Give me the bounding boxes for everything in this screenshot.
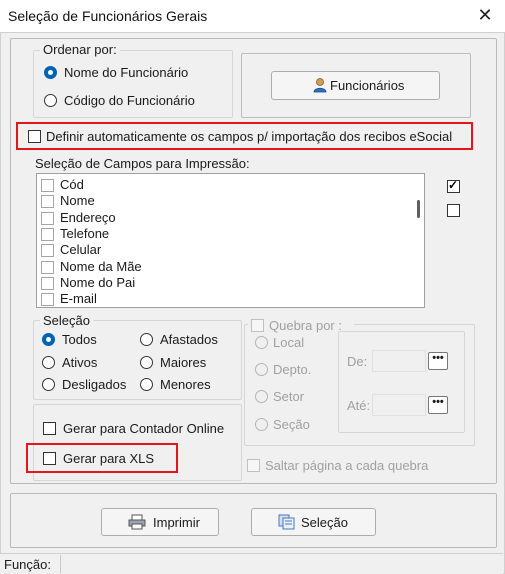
selecao-option-label: Ativos bbox=[62, 355, 98, 370]
selecao-option-label: Todos bbox=[62, 332, 97, 347]
contador-checkbox[interactable] bbox=[43, 422, 56, 435]
imprimir-button[interactable]: Imprimir bbox=[101, 508, 219, 536]
imprimir-label: Imprimir bbox=[153, 515, 200, 530]
campo-checkbox[interactable] bbox=[41, 227, 54, 241]
de-lookup-button[interactable]: ••• bbox=[428, 352, 448, 370]
campo-label: Nome da Mãe bbox=[60, 258, 142, 274]
campos-legend: Seleção de Campos para Impressão: bbox=[35, 156, 250, 171]
xls-label: Gerar para XLS bbox=[63, 451, 155, 466]
uncheck-all-icon[interactable] bbox=[447, 204, 460, 217]
campo-checkbox[interactable] bbox=[41, 211, 54, 225]
status-divider bbox=[60, 555, 61, 573]
ate-label: Até: bbox=[347, 398, 371, 413]
ate-input[interactable] bbox=[372, 394, 426, 416]
de-label: De: bbox=[347, 354, 368, 369]
campo-checkbox[interactable] bbox=[41, 195, 54, 209]
scrollbar-thumb[interactable] bbox=[417, 200, 420, 218]
radio-icon[interactable] bbox=[255, 390, 268, 403]
campo-checkbox[interactable] bbox=[41, 293, 54, 307]
ordenar-legend: Ordenar por: bbox=[40, 42, 120, 57]
selecao-option-label: Desligados bbox=[62, 377, 127, 392]
campo-label: Celular bbox=[60, 242, 102, 258]
radio-icon[interactable] bbox=[255, 418, 268, 431]
funcionarios-label: Funcionários bbox=[330, 78, 405, 93]
user-icon bbox=[313, 78, 327, 93]
saltar-label: Saltar página a cada quebra bbox=[265, 458, 429, 473]
campo-label: E-mail bbox=[60, 291, 97, 307]
xls-checkbox[interactable] bbox=[43, 452, 56, 465]
funcao-label: Função: bbox=[4, 557, 51, 572]
de-input[interactable] bbox=[372, 350, 426, 372]
quebra-option-label: Setor bbox=[273, 389, 305, 404]
selecao-option-label: Menores bbox=[160, 377, 211, 392]
range-frame bbox=[338, 331, 465, 433]
campo-label: Endereço bbox=[60, 209, 116, 225]
ordenar-option-label: Nome do Funcionário bbox=[64, 65, 189, 80]
quebra-label: Quebra por : bbox=[269, 318, 342, 333]
selecao-button-label: Seleção bbox=[301, 515, 348, 530]
radio-icon[interactable] bbox=[44, 94, 57, 107]
saltar-checkbox[interactable] bbox=[247, 459, 260, 472]
selecao-option-label: Maiores bbox=[160, 355, 207, 370]
quebra-checkbox[interactable] bbox=[251, 319, 264, 332]
campo-label: Telefone bbox=[60, 225, 110, 241]
radio-icon[interactable] bbox=[255, 336, 268, 349]
ate-lookup-button[interactable]: ••• bbox=[428, 396, 448, 414]
close-icon[interactable]: ✕ bbox=[474, 4, 496, 26]
radio-icon[interactable] bbox=[140, 333, 153, 346]
ordenar-option-label: Código do Funcionário bbox=[64, 93, 195, 108]
selecao-button[interactable]: Seleção bbox=[251, 508, 376, 536]
quebra-option-label: Depto. bbox=[273, 362, 312, 377]
contador-label: Gerar para Contador Online bbox=[63, 421, 225, 436]
campo-label: Nome do Pai bbox=[60, 274, 136, 290]
quebra-option-label: Seção bbox=[273, 417, 310, 432]
selecao-option-label: Afastados bbox=[160, 332, 218, 347]
status-bar: Função: bbox=[0, 553, 503, 574]
campo-checkbox[interactable] bbox=[41, 179, 54, 192]
campo-checkbox[interactable] bbox=[41, 260, 54, 274]
check-all-icon[interactable] bbox=[447, 178, 460, 193]
campo-label: Cód bbox=[60, 177, 84, 192]
radio-selected-icon[interactable] bbox=[44, 66, 57, 79]
esocial-checkbox[interactable] bbox=[28, 130, 41, 143]
funcionarios-button[interactable]: Funcionários bbox=[271, 71, 440, 100]
esocial-label: Definir automaticamente os campos p/ imp… bbox=[46, 129, 453, 144]
radio-icon[interactable] bbox=[42, 356, 55, 369]
campos-listbox[interactable]: Cód Nome Endereço Telefone Celular Nome da Mã… bbox=[36, 173, 425, 308]
pages-icon bbox=[278, 514, 295, 530]
radio-icon[interactable] bbox=[140, 378, 153, 391]
campo-label: Nome bbox=[60, 193, 95, 209]
radio-selected-icon[interactable] bbox=[42, 333, 55, 346]
printer-icon bbox=[128, 514, 146, 530]
campo-checkbox[interactable] bbox=[41, 244, 54, 258]
radio-icon[interactable] bbox=[42, 378, 55, 391]
radio-icon[interactable] bbox=[255, 363, 268, 376]
window-title: Seleção de Funcionários Gerais bbox=[8, 8, 208, 24]
campo-checkbox[interactable] bbox=[41, 276, 54, 290]
radio-icon[interactable] bbox=[140, 356, 153, 369]
selecao-legend: Seleção bbox=[40, 313, 93, 328]
quebra-option-label: Local bbox=[273, 335, 305, 350]
title-bar: Seleção de Funcionários Gerais ✕ bbox=[0, 0, 505, 32]
